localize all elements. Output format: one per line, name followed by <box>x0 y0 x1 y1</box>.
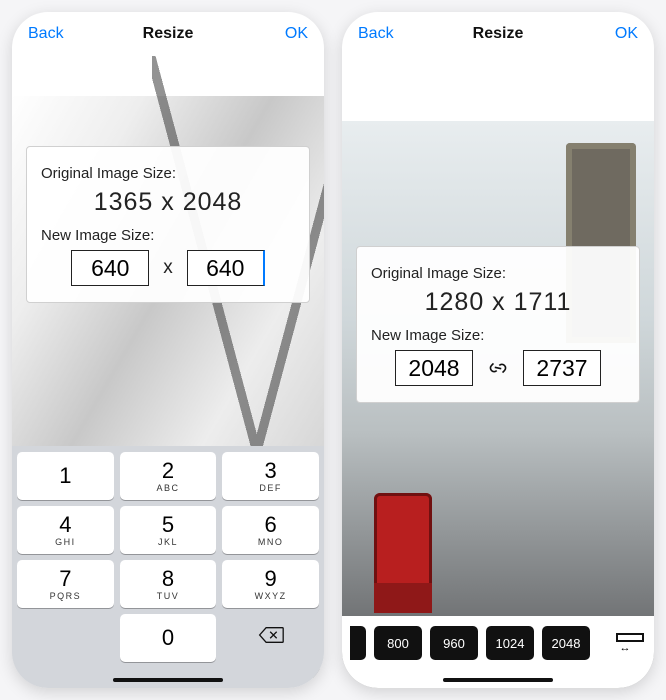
new-size-row <box>371 350 625 386</box>
resize-card: Original Image Size: 1280 x 1711 New Ima… <box>356 246 640 403</box>
phone-right: Back Resize OK Original Image Size: 1280… <box>342 12 654 688</box>
navbar: Back Resize OK <box>12 12 324 56</box>
back-button[interactable]: Back <box>358 25 394 43</box>
backspace-icon <box>258 625 284 651</box>
original-size-label: Original Image Size: <box>41 165 295 182</box>
key-1[interactable]: 1 <box>17 452 114 500</box>
image-preview <box>342 121 654 688</box>
numeric-keypad: 1 2ABC 3DEF 4GHI 5JKL 6MNO 7PQRS 8TUV 9W… <box>12 446 324 688</box>
preset-960[interactable]: 960 <box>430 626 478 660</box>
key-3[interactable]: 3DEF <box>222 452 319 500</box>
original-size-value: 1280 x 1711 <box>371 288 625 317</box>
height-input[interactable] <box>187 250 265 286</box>
new-size-label: New Image Size: <box>371 327 625 344</box>
key-4[interactable]: 4GHI <box>17 506 114 554</box>
ok-button[interactable]: OK <box>285 25 308 43</box>
height-input[interactable] <box>523 350 601 386</box>
back-button[interactable]: Back <box>28 25 64 43</box>
preset-1024[interactable]: 1024 <box>486 626 534 660</box>
key-0[interactable]: 0 <box>120 614 217 662</box>
navbar: Back Resize OK <box>342 12 654 56</box>
dimension-separator: x <box>163 257 173 279</box>
content-area: Original Image Size: 1280 x 1711 New Ima… <box>342 56 654 688</box>
ok-button[interactable]: OK <box>615 25 638 43</box>
home-indicator <box>113 678 223 682</box>
phone-left: Back Resize OK Original Image Size: 1365… <box>12 12 324 688</box>
custom-size-icon[interactable]: ↔ <box>614 632 646 654</box>
key-blank <box>17 614 114 662</box>
original-size-label: Original Image Size: <box>371 265 625 282</box>
content-area: Original Image Size: 1365 x 2048 New Ima… <box>12 56 324 688</box>
key-8[interactable]: 8TUV <box>120 560 217 608</box>
width-input[interactable] <box>71 250 149 286</box>
key-6[interactable]: 6MNO <box>222 506 319 554</box>
preset-pill-partial[interactable] <box>350 626 366 660</box>
width-input[interactable] <box>395 350 473 386</box>
key-5[interactable]: 5JKL <box>120 506 217 554</box>
preset-2048[interactable]: 2048 <box>542 626 590 660</box>
key-7[interactable]: 7PQRS <box>17 560 114 608</box>
preset-800[interactable]: 800 <box>374 626 422 660</box>
resize-card: Original Image Size: 1365 x 2048 New Ima… <box>26 146 310 303</box>
key-9[interactable]: 9WXYZ <box>222 560 319 608</box>
new-size-row: x <box>41 250 295 286</box>
home-indicator <box>443 678 553 682</box>
aspect-lock-icon[interactable] <box>487 357 509 379</box>
new-size-label: New Image Size: <box>41 227 295 244</box>
key-backspace[interactable] <box>222 614 319 662</box>
original-size-value: 1365 x 2048 <box>41 188 295 217</box>
key-2[interactable]: 2ABC <box>120 452 217 500</box>
